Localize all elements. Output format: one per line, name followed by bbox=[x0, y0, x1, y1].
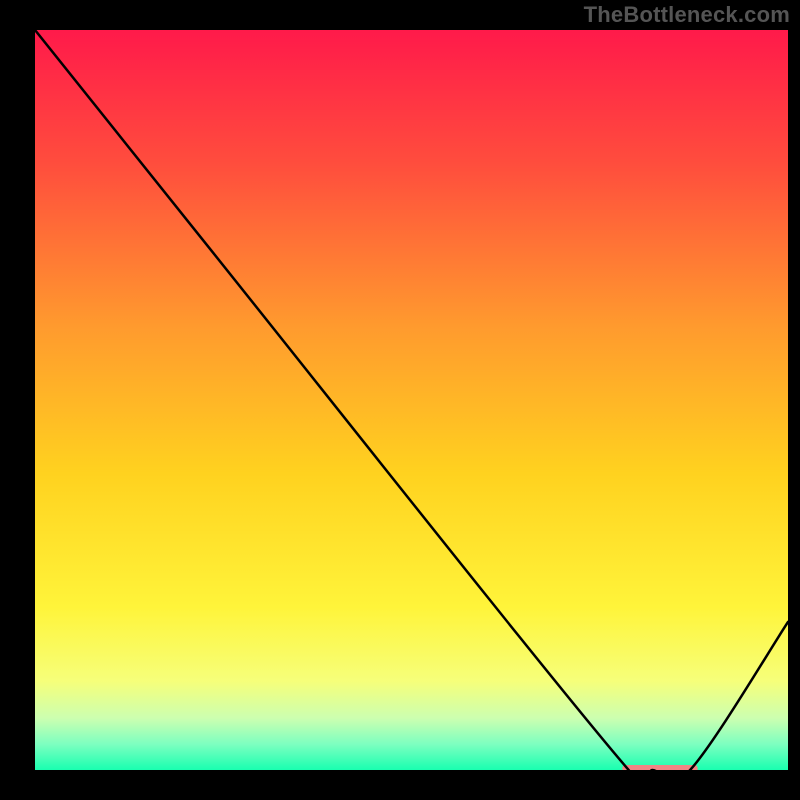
chart-frame: TheBottleneck.com bbox=[0, 0, 800, 800]
plot-area bbox=[35, 30, 788, 770]
watermark-text: TheBottleneck.com bbox=[584, 2, 790, 28]
gradient-background bbox=[35, 30, 788, 770]
chart-svg bbox=[35, 30, 788, 770]
valley-marker bbox=[622, 765, 697, 770]
